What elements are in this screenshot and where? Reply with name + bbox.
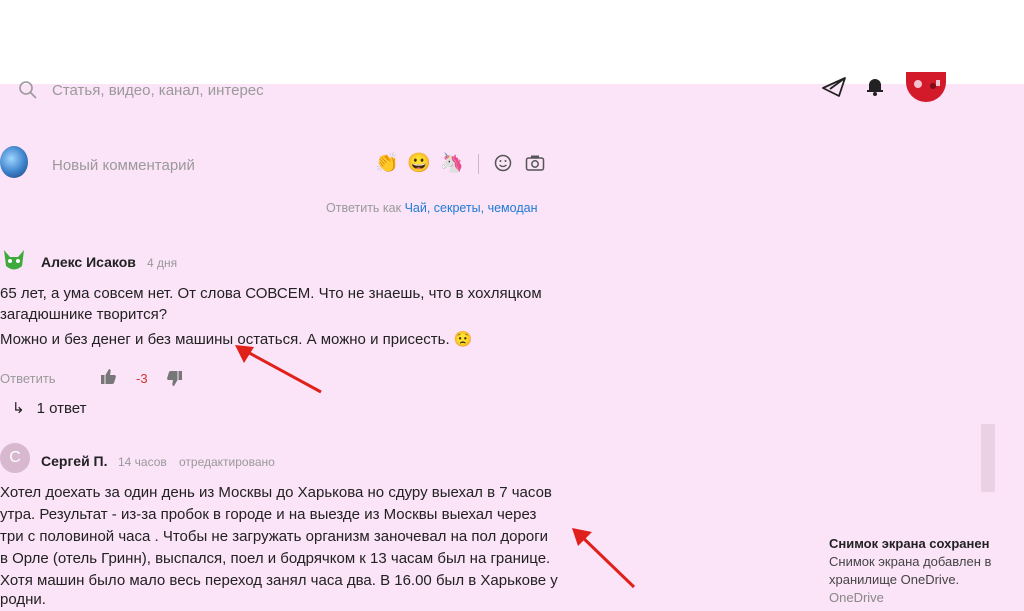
reply-button[interactable]: Ответить — [0, 371, 56, 386]
camera-icon[interactable] — [525, 154, 545, 177]
scrollbar[interactable] — [981, 424, 995, 492]
reply-arrow-icon: ↳ — [12, 400, 25, 417]
edited-label: отредактировано — [179, 455, 275, 469]
search-input[interactable] — [52, 77, 572, 103]
comment-header: С Сергей П. 14 часов отредактировано — [0, 443, 320, 475]
new-comment-field[interactable] — [52, 154, 352, 176]
replies-count: 1 ответ — [36, 400, 87, 417]
unicorn-emoji-button[interactable]: 🦄 — [440, 152, 464, 176]
notification-title: Снимок экрана сохранен — [829, 536, 990, 551]
thumbs-up-icon[interactable] — [100, 368, 117, 390]
annotation-arrow-icon — [568, 524, 640, 597]
comment-author[interactable]: Сергей П. — [41, 453, 108, 469]
comment-time: 14 часов — [118, 455, 167, 469]
comment-text-line: утра. Результат - из-за пробок в городе … — [0, 506, 537, 523]
send-icon[interactable] — [822, 76, 846, 103]
comment-text-line: в Орле (отель Гринн), выспался, поел и б… — [0, 550, 551, 567]
comment-text-line: Хотя машин было мало весь переход занял … — [0, 572, 558, 589]
reply-as-line: Ответить как Чай, секреты, чемодан — [326, 201, 537, 215]
divider — [478, 154, 479, 174]
reply-as-name-link[interactable]: Чай, секреты, чемодан — [405, 201, 538, 215]
comment-text-line: 65 лет, а ума совсем нет. От слова СОВСЕ… — [0, 285, 542, 302]
smile-icon[interactable] — [494, 154, 512, 177]
clap-emoji-button[interactable]: 👏 — [375, 152, 399, 176]
comment-text-line: три с половиной часа . Чтобы не загружат… — [0, 528, 549, 545]
bell-icon[interactable] — [865, 76, 885, 101]
comment-text-line: загадюшнике творится? — [0, 306, 168, 323]
comment-text-line: родни. — [0, 591, 46, 608]
comment-time: 4 дня — [147, 256, 178, 270]
top-white-bar — [0, 0, 1024, 84]
avatar — [0, 246, 28, 274]
show-replies-button[interactable]: ↳ 1 ответ — [12, 399, 87, 417]
screenshot-notification[interactable]: Снимок экрана сохранен Снимок экрана доб… — [829, 535, 1024, 607]
new-comment-row: 👏 😀 🦄 — [0, 146, 560, 182]
reply-as-prefix: Ответить как — [326, 201, 402, 215]
thumbs-down-icon[interactable] — [166, 370, 183, 392]
notification-extra: OneDrive — [829, 590, 884, 605]
comment-score: -3 — [136, 371, 148, 386]
annotation-arrow-icon — [232, 340, 327, 403]
avatar: С — [0, 443, 30, 473]
comment-text-line: Хотел доехать за один день из Москвы до … — [0, 484, 552, 501]
smile-emoji-button[interactable]: 😀 — [407, 152, 431, 176]
notification-body: Снимок экрана добавлен в хранилище OneDr… — [829, 554, 992, 587]
avatar — [0, 146, 28, 178]
comment-author[interactable]: Алекс Исаков — [41, 254, 136, 270]
search-icon[interactable] — [18, 80, 38, 105]
comment-header: Алекс Исаков 4 дня — [0, 250, 300, 276]
